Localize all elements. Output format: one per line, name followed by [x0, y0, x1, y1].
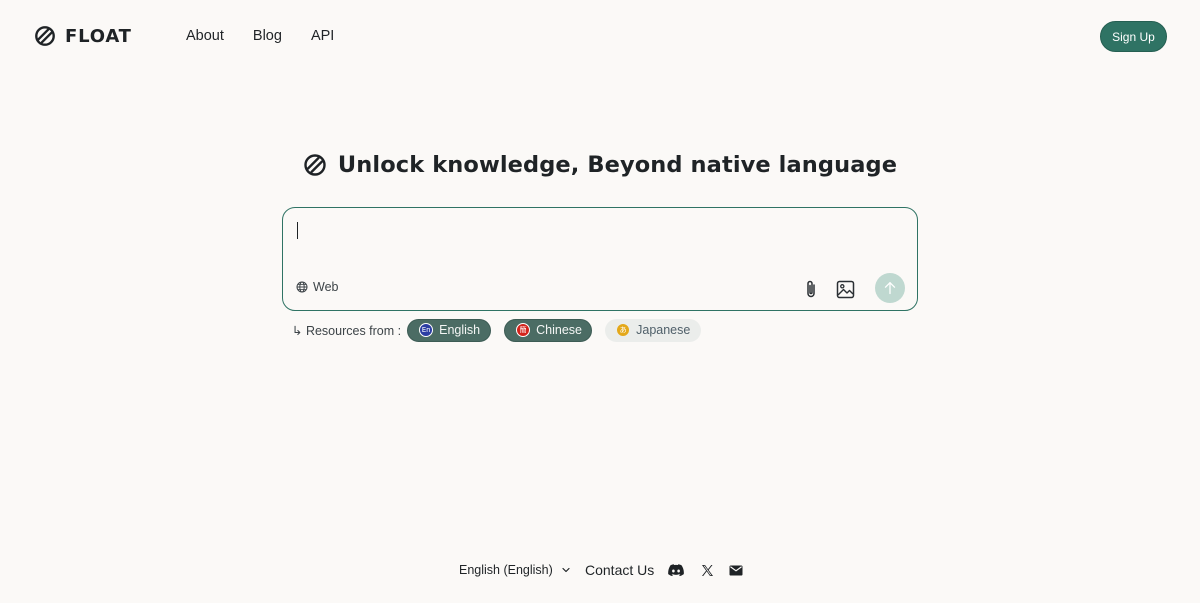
language-chip-japanese[interactable]: あ Japanese — [605, 318, 702, 342]
logo[interactable]: FLOAT — [34, 25, 132, 47]
main-nav: About Blog API — [186, 28, 334, 44]
x-icon — [701, 564, 713, 576]
chinese-flag-icon: 簡 — [516, 323, 531, 337]
mail-link[interactable] — [728, 562, 744, 578]
english-flag-icon: En — [419, 323, 434, 337]
nav-about-link[interactable]: About — [186, 28, 224, 44]
web-label: Web — [313, 280, 339, 294]
float-logo-icon — [304, 154, 326, 176]
language-chip-label: Chinese — [536, 323, 582, 337]
footer: English (English) Contact Us — [0, 560, 1200, 580]
hero-title: Unlock knowledge, Beyond native language — [337, 152, 898, 178]
chevron-down-icon — [562, 567, 570, 573]
image-icon — [836, 280, 854, 298]
sign-up-button[interactable]: Sign Up — [1100, 21, 1167, 52]
search-box: Web — [282, 207, 918, 311]
globe-icon — [296, 281, 308, 293]
contact-us-link[interactable]: Contact Us — [585, 560, 654, 580]
header: FLOAT About Blog API Sign Up — [0, 0, 1200, 72]
language-chip-chinese[interactable]: 簡 Chinese — [504, 318, 593, 342]
resources-label: ↳ Resources from : — [292, 323, 402, 338]
language-chip-label: English — [439, 323, 481, 337]
brand-name: FLOAT — [65, 25, 132, 47]
discord-icon — [668, 563, 684, 576]
paperclip-icon — [807, 280, 815, 298]
search-input[interactable] — [295, 218, 905, 268]
x-link[interactable] — [699, 562, 715, 578]
arrow-up-icon — [884, 282, 896, 295]
mail-icon — [729, 565, 743, 575]
japanese-flag-icon: あ — [616, 323, 631, 337]
hero: Unlock knowledge, Beyond native language — [0, 152, 1200, 178]
language-chip-english[interactable]: En English — [407, 318, 492, 342]
nav-blog-link[interactable]: Blog — [253, 28, 282, 44]
attach-file-button[interactable] — [801, 278, 821, 300]
upload-image-button[interactable] — [834, 278, 856, 300]
nav-api-link[interactable]: API — [311, 28, 334, 44]
discord-link[interactable] — [668, 562, 684, 578]
web-search-toggle[interactable]: Web — [296, 280, 338, 294]
send-button[interactable] — [875, 273, 905, 303]
language-chip-label: Japanese — [636, 323, 691, 337]
float-logo-icon — [35, 26, 55, 46]
language-select-value: English (English) — [459, 563, 553, 577]
language-select[interactable]: English (English) — [459, 560, 571, 580]
resources-selector: ↳ Resources from : En English 簡 Chinese … — [292, 318, 702, 342]
